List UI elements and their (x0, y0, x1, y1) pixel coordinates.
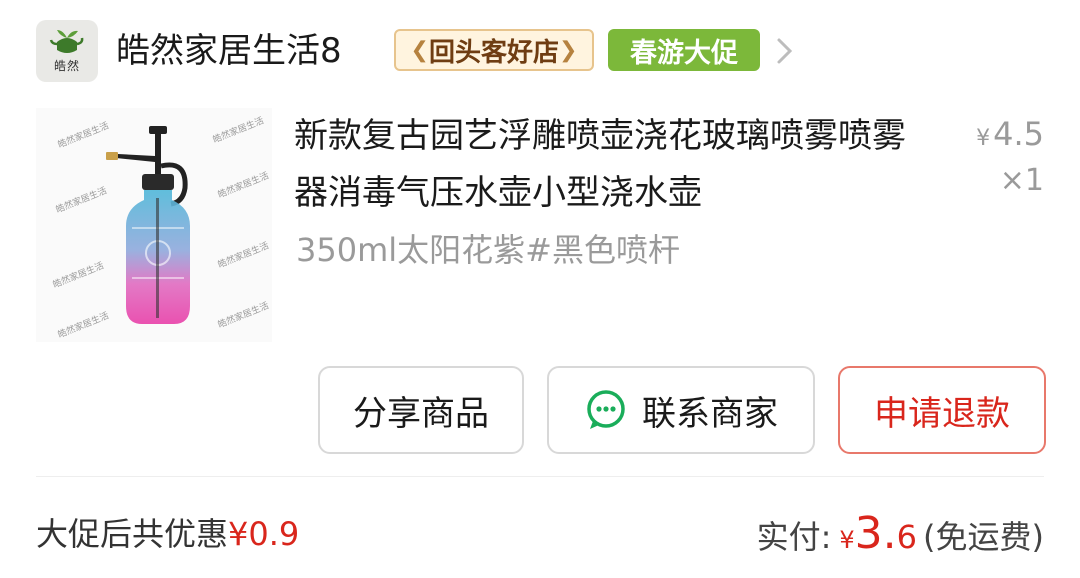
paid-amount-integer: 3. (854, 508, 897, 559)
paid-currency: ¥ (839, 526, 855, 554)
unit-price-value: 4.5 (993, 115, 1044, 153)
shop-logo[interactable]: 皓然 (36, 20, 98, 82)
discount-summary: 大促后共优惠¥0.9 (36, 510, 299, 558)
chevron-right-icon[interactable] (774, 36, 796, 66)
divider (36, 476, 1044, 477)
currency-symbol: ¥ (976, 126, 991, 151)
promo-badge: 春游大促 (608, 29, 760, 71)
discount-amount: ¥0.9 (228, 515, 300, 553)
chat-bubble-icon (587, 390, 625, 429)
contact-seller-label: 联系商家 (642, 393, 778, 434)
paid-amount-decimal: 6 (896, 518, 918, 556)
request-refund-button[interactable]: 申请退款 (838, 366, 1046, 454)
shop-header[interactable]: 皓然 皓然家居生活8 ❮ 回头客好店 ❯ 春游大促 (0, 0, 1080, 100)
shipping-note: (免运费) (923, 518, 1044, 556)
discount-label: 大促后共优惠 (36, 515, 229, 553)
shop-name[interactable]: 皓然家居生活8 (116, 26, 342, 76)
product-spec: 350ml太阳花紫#黑色喷杆 (296, 231, 680, 269)
laurel-right-icon: ❯ (559, 37, 578, 63)
paid-label: 实付: (756, 518, 832, 556)
paid-summary: 实付: ¥3.6 (免运费) (757, 508, 1044, 566)
laurel-left-icon: ❮ (410, 37, 429, 63)
unit-price: ¥4.5 (976, 112, 1044, 161)
product-image[interactable]: 皓然家居生活 皓然家居生活 皓然家居生活 皓然家居生活 皓然家居生活 皓然家居生… (36, 108, 272, 342)
teapot-plant-icon (49, 30, 84, 53)
contact-seller-button[interactable]: 联系商家 (547, 366, 815, 454)
returning-badge-label: 回头客好店 (428, 37, 559, 68)
spray-bottle-illustration (106, 126, 190, 324)
share-product-button[interactable]: 分享商品 (318, 366, 524, 454)
returning-customer-badge: ❮ 回头客好店 ❯ (394, 29, 594, 71)
logo-text: 皓然 (53, 59, 80, 73)
product-title[interactable]: 新款复古园艺浮雕喷壶浇花玻璃喷雾喷雾器消毒气压水壶小型浇水壶 (294, 108, 914, 222)
quantity: ×1 (999, 163, 1044, 198)
